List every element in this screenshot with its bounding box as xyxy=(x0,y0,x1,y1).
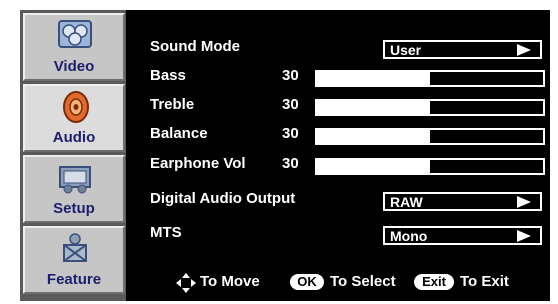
tab-audio-label: Audio xyxy=(52,129,96,146)
speaker-icon xyxy=(63,91,89,123)
tab-video-label: Video xyxy=(53,58,95,75)
earphone-vol-slider[interactable] xyxy=(315,158,545,175)
video-icon xyxy=(58,20,92,48)
feature-icon xyxy=(63,233,87,262)
help-move-text: To Move xyxy=(200,273,260,290)
balance-label: Balance xyxy=(150,125,208,142)
sound-mode-select[interactable]: User xyxy=(383,40,542,59)
sound-mode-label: Sound Mode xyxy=(150,38,240,55)
sound-mode-row[interactable]: Sound Mode User xyxy=(150,38,550,60)
balance-value: 30 xyxy=(282,125,299,142)
treble-slider[interactable] xyxy=(315,99,545,116)
help-bar: To Move OK To Select Exit To Exit xyxy=(176,272,546,294)
dpad-arrows-icon xyxy=(176,273,196,293)
audio-settings-panel: Sound Mode User Bass 30 Treble 30 Balanc… xyxy=(150,38,550,258)
bass-slider-fill xyxy=(317,72,430,85)
sound-mode-value: User xyxy=(390,42,422,58)
earphone-vol-slider-fill xyxy=(317,160,430,173)
tab-setup-label: Setup xyxy=(53,200,95,217)
earphone-vol-label: Earphone Vol xyxy=(150,155,246,172)
treble-label: Treble xyxy=(150,96,195,113)
earphone-vol-row[interactable]: Earphone Vol 30 xyxy=(150,155,550,177)
balance-row[interactable]: Balance 30 xyxy=(150,125,550,147)
tab-video[interactable]: Video xyxy=(23,13,125,81)
setup-icon xyxy=(59,166,91,194)
balance-slider[interactable] xyxy=(315,128,545,145)
earphone-vol-value: 30 xyxy=(282,155,299,172)
tab-feature-label: Feature xyxy=(46,271,102,288)
digital-audio-output-label: Digital Audio Output xyxy=(150,190,296,207)
play-arrow-icon xyxy=(517,196,531,208)
mts-label: MTS xyxy=(150,224,182,241)
tab-feature[interactable]: Feature xyxy=(23,226,125,294)
play-arrow-icon xyxy=(517,230,531,242)
help-select-text: To Select xyxy=(330,273,396,290)
sidebar: Video Audio Setup Feature xyxy=(20,10,126,301)
digital-audio-output-select[interactable]: RAW xyxy=(383,192,542,211)
mts-value: Mono xyxy=(390,228,428,244)
bass-slider[interactable] xyxy=(315,70,545,87)
treble-value: 30 xyxy=(282,96,299,113)
treble-slider-fill xyxy=(317,101,430,114)
ok-key-icon: OK xyxy=(290,274,324,290)
tab-setup[interactable]: Setup xyxy=(23,155,125,223)
bass-label: Bass xyxy=(150,67,186,84)
treble-row[interactable]: Treble 30 xyxy=(150,96,550,118)
osd-menu: Video Audio Setup Feature Sound Mode Use… xyxy=(20,10,550,301)
help-exit-text: To Exit xyxy=(460,273,509,290)
digital-audio-output-value: RAW xyxy=(390,194,423,210)
balance-slider-fill xyxy=(317,130,430,143)
digital-audio-output-row[interactable]: Digital Audio Output RAW xyxy=(150,190,550,212)
mts-select[interactable]: Mono xyxy=(383,226,542,245)
exit-key-icon: Exit xyxy=(414,274,454,290)
mts-row[interactable]: MTS Mono xyxy=(150,224,550,246)
play-arrow-icon xyxy=(517,44,531,56)
bass-value: 30 xyxy=(282,67,299,84)
bass-row[interactable]: Bass 30 xyxy=(150,67,550,89)
tab-audio[interactable]: Audio xyxy=(23,84,125,152)
